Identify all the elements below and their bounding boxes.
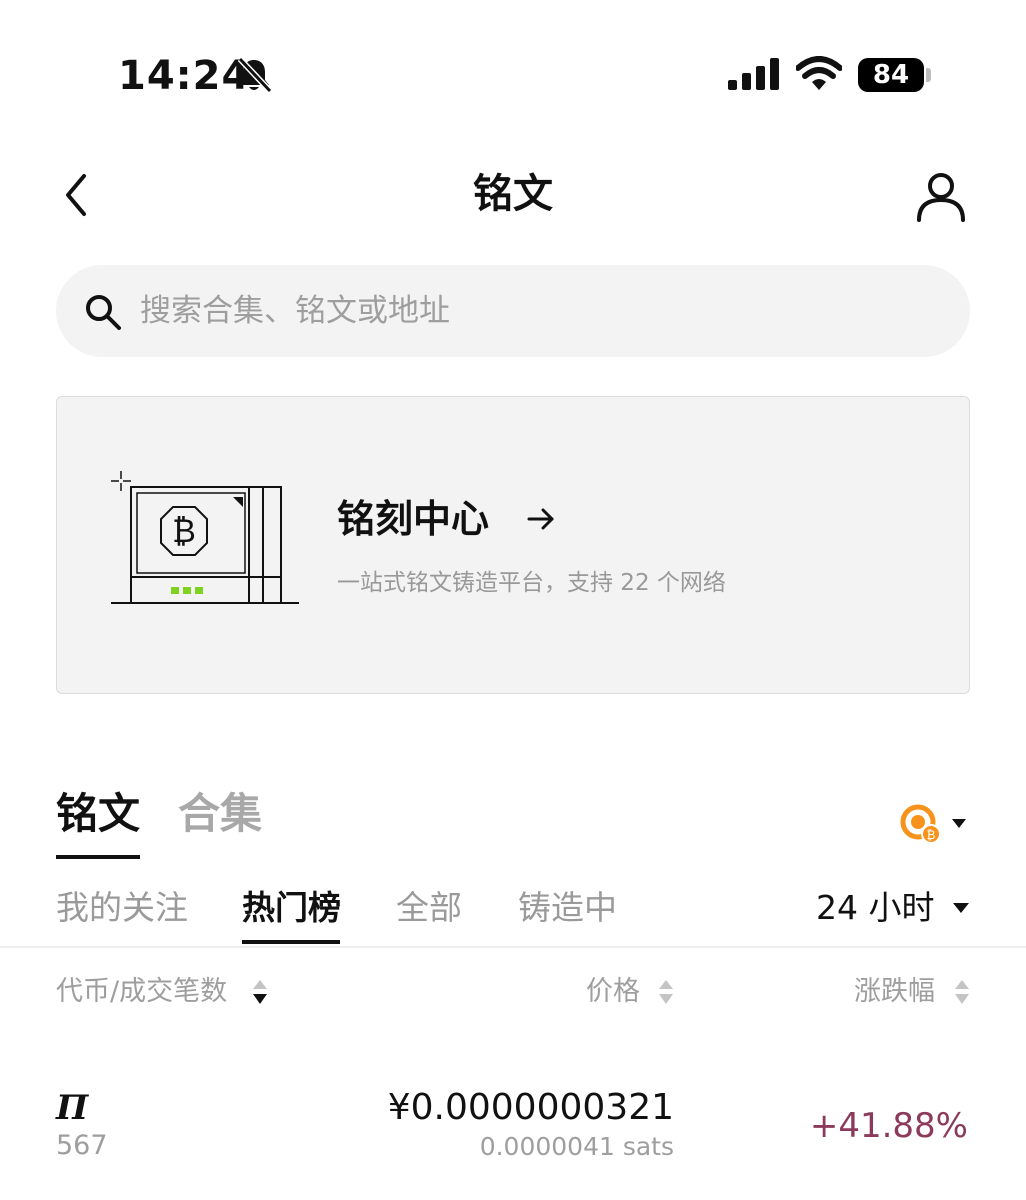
battery-indicator: 84 [858, 58, 924, 92]
status-time: 14:24 [118, 53, 251, 99]
battery-cap [926, 68, 931, 82]
tab-inscriptions[interactable]: 铭文 [56, 786, 140, 842]
column-header-token[interactable]: 代币/成交笔数 [56, 972, 227, 1012]
signal-icon [728, 58, 779, 90]
column-header-change[interactable]: 涨跌幅 [854, 972, 935, 1012]
column-header-price[interactable]: 价格 [586, 972, 640, 1012]
subtab-indicator [242, 940, 340, 944]
token-tx-count: 567 [56, 1130, 108, 1161]
bitcoin-miner-icon: ₿ [111, 471, 299, 604]
wifi-icon [796, 56, 842, 90]
status-bar: 14:24 84 [0, 0, 1026, 150]
subtab-all[interactable]: 全部 [396, 884, 462, 932]
arrow-right-icon [527, 508, 554, 530]
svg-text:₿: ₿ [927, 828, 936, 842]
banner-subtitle: 一站式铭文铸造平台，支持 22 个网络 [337, 570, 726, 596]
table-row[interactable]: Π 567 ¥0.0000000321 0.0000041 sats +41.8… [0, 1080, 1026, 1180]
profile-icon[interactable] [914, 170, 968, 222]
bitcoin-chain-selector[interactable]: ₿ [898, 802, 974, 846]
token-change: +41.88% [809, 1106, 968, 1146]
token-price: ¥0.0000000321 [387, 1087, 674, 1128]
search-icon [86, 295, 121, 330]
token-name: Π [56, 1088, 89, 1128]
token-price-sats: 0.0000041 sats [479, 1132, 674, 1161]
tab-collections[interactable]: 合集 [178, 786, 262, 842]
sort-icon [659, 980, 673, 1004]
search-placeholder: 搜索合集、铭文或地址 [140, 293, 450, 329]
caret-down-icon [953, 903, 969, 913]
inscription-center-banner[interactable]: ₿ 铭刻中心 一站式铭文铸造平台，支持 22 个网络 [56, 396, 970, 694]
sort-icon [253, 980, 267, 1004]
bell-slash-icon [237, 56, 272, 94]
subtab-hot[interactable]: 热门榜 [242, 884, 341, 932]
subtab-minting[interactable]: 铸造中 [518, 884, 617, 932]
main-tab-indicator [56, 855, 140, 859]
banner-title: 铭刻中心 [337, 497, 490, 541]
subtab-following[interactable]: 我的关注 [56, 884, 188, 932]
page-title: 铭文 [473, 171, 553, 217]
tabs-divider [0, 946, 1026, 948]
sort-icon [955, 980, 969, 1004]
svg-text:₿: ₿ [172, 512, 196, 550]
search-input[interactable]: 搜索合集、铭文或地址 [56, 265, 970, 357]
time-range-selector[interactable]: 24 小时 [816, 884, 934, 932]
